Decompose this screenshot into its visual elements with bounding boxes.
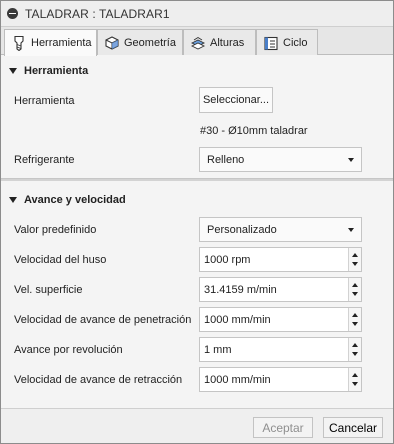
spin-up-icon[interactable] (352, 283, 358, 287)
dropdown-arrow-icon (348, 228, 354, 232)
coolant-label: Refrigerante (14, 154, 75, 166)
field-label-feed-per-revolution: Avance por revolución (14, 344, 123, 356)
section-divider (1, 178, 393, 181)
field-label-surface-speed: Vel. superficie (14, 284, 83, 296)
coolant-value: Relleno (207, 154, 245, 166)
tab-label: Herramienta (31, 37, 92, 49)
spinner-arrows[interactable] (348, 308, 361, 331)
spin-down-icon[interactable] (352, 352, 358, 356)
field-label-retract-feedrate: Velocidad de avance de retracción (14, 374, 183, 386)
drill-tool-icon (14, 35, 24, 51)
field-label-spindle-speed: Velocidad del huso (14, 254, 107, 266)
preset-label: Valor predefinido (14, 224, 97, 236)
dialog-window: TALADRAR : TALADRAR1 Herramienta Geometr… (0, 0, 394, 444)
spin-down-icon[interactable] (352, 322, 358, 326)
dialog-footer: Aceptar Cancelar (1, 408, 393, 443)
spin-up-icon[interactable] (352, 343, 358, 347)
collapse-triangle-icon[interactable] (9, 197, 17, 203)
ok-button[interactable]: Aceptar (253, 417, 313, 438)
coolant-select[interactable]: Relleno (199, 147, 362, 172)
spin-down-icon[interactable] (352, 262, 358, 266)
collapse-triangle-icon[interactable] (9, 68, 17, 74)
preset-value: Personalizado (207, 224, 277, 236)
tab-herramienta[interactable]: Herramienta (4, 29, 97, 56)
field-label-plunge-feedrate: Velocidad de avance de penetración (14, 314, 192, 326)
tool-name: #30 - Ø10mm taladrar (200, 125, 308, 137)
geometry-cube-icon (105, 35, 119, 50)
spinner-arrows[interactable] (348, 248, 361, 271)
spinner-arrows[interactable] (348, 368, 361, 391)
cycle-icon (264, 36, 278, 50)
tab-label: Alturas (210, 36, 245, 49)
collapse-icon[interactable] (7, 8, 18, 19)
tab-content: Herramienta Herramienta Seleccionar... #… (1, 56, 393, 408)
window-title: TALADRAR : TALADRAR1 (25, 7, 170, 21)
tab-alturas[interactable]: Alturas (183, 29, 256, 55)
spinner-arrows[interactable] (348, 338, 361, 361)
spin-down-icon[interactable] (352, 382, 358, 386)
feed-per-revolution-input[interactable]: 1 mm (199, 337, 362, 362)
cancel-button[interactable]: Cancelar (323, 417, 383, 438)
retract-feedrate-input[interactable]: 1000 mm/min (199, 367, 362, 392)
spindle-speed-input[interactable]: 1000 rpm (199, 247, 362, 272)
section-header-avance[interactable]: Avance y velocidad (9, 194, 126, 206)
tab-ciclo[interactable]: Ciclo (256, 29, 318, 55)
spin-up-icon[interactable] (352, 253, 358, 257)
tab-label: Ciclo (283, 36, 308, 49)
spin-down-icon[interactable] (352, 292, 358, 296)
tab-bar: Herramienta Geometría Alturas Ciclo (1, 27, 393, 56)
surface-speed-input[interactable]: 31.4159 m/min (199, 277, 362, 302)
spin-up-icon[interactable] (352, 313, 358, 317)
spinner-arrows[interactable] (348, 278, 361, 301)
dropdown-arrow-icon (348, 158, 354, 162)
plunge-feedrate-input[interactable]: 1000 mm/min (199, 307, 362, 332)
preset-select[interactable]: Personalizado (199, 217, 362, 242)
tab-label: Geometría (124, 36, 176, 49)
section-header-herramienta[interactable]: Herramienta (9, 65, 88, 77)
spin-up-icon[interactable] (352, 373, 358, 377)
select-tool-button[interactable]: Seleccionar... (199, 87, 273, 113)
heights-icon (190, 36, 206, 50)
tab-geometria[interactable]: Geometría (97, 29, 183, 55)
tool-label: Herramienta (14, 95, 75, 107)
title-bar[interactable]: TALADRAR : TALADRAR1 (1, 1, 393, 27)
